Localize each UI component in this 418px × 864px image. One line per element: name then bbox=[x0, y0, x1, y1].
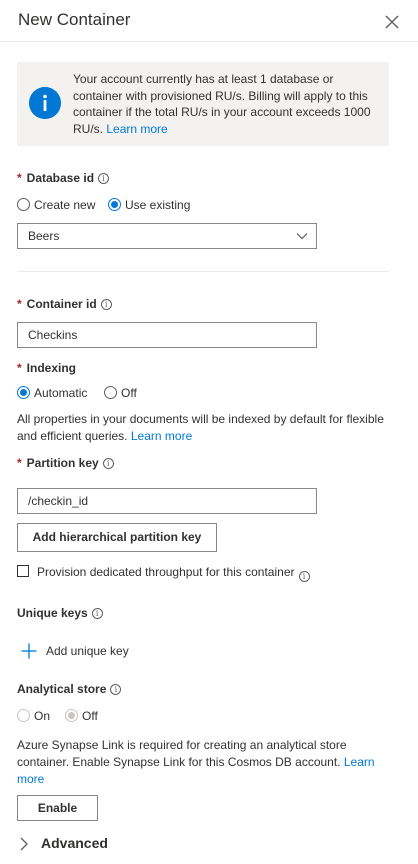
info-tooltip-icon[interactable]: i bbox=[110, 684, 122, 695]
database-id-label-text: Database id bbox=[26, 171, 95, 185]
radio-automatic-label: Automatic bbox=[34, 386, 88, 400]
info-icon bbox=[29, 87, 61, 119]
partition-key-value: /checkin_id bbox=[28, 494, 89, 508]
info-learn-more-link[interactable]: Learn more bbox=[106, 122, 167, 136]
panel-header: New Container bbox=[0, 0, 418, 42]
close-icon[interactable] bbox=[384, 14, 400, 30]
section-divider bbox=[17, 271, 389, 272]
container-id-label-text: Container id bbox=[26, 297, 97, 311]
dedicated-throughput-label: Provision dedicated throughput for this … bbox=[37, 565, 295, 579]
info-tooltip-icon[interactable]: i bbox=[102, 458, 114, 469]
add-unique-key-button[interactable]: Add unique key bbox=[46, 643, 129, 660]
radio-analytical-off-label: Off bbox=[82, 709, 98, 723]
radio-off[interactable]: Off bbox=[104, 386, 137, 402]
indexing-learn-more-link[interactable]: Learn more bbox=[131, 429, 192, 443]
analytical-store-label: Analytical store i bbox=[17, 682, 122, 696]
container-id-value: Checkins bbox=[28, 328, 78, 342]
dedicated-throughput-row: Provision dedicated throughput for this … bbox=[37, 564, 310, 582]
info-tooltip-icon[interactable]: i bbox=[100, 299, 112, 310]
radio-analytical-on: On bbox=[17, 709, 50, 725]
partition-key-input[interactable]: /checkin_id bbox=[17, 488, 317, 514]
database-mode-radio-group: Create new Use existing bbox=[17, 198, 277, 214]
info-banner: Your account currently has at least 1 da… bbox=[17, 62, 389, 146]
radio-circle[interactable] bbox=[17, 198, 30, 211]
database-select-value: Beers bbox=[28, 229, 60, 243]
dedicated-throughput-checkbox[interactable] bbox=[17, 565, 29, 577]
required-mark: * bbox=[17, 171, 22, 185]
info-tooltip-icon[interactable]: i bbox=[91, 608, 103, 619]
chevron-right-icon[interactable] bbox=[19, 837, 29, 851]
indexing-label-text: Indexing bbox=[26, 361, 77, 375]
plus-icon[interactable] bbox=[21, 643, 37, 659]
required-mark: * bbox=[17, 297, 22, 311]
radio-create-new-label: Create new bbox=[34, 198, 96, 212]
indexing-label: * Indexing bbox=[17, 361, 76, 375]
radio-circle[interactable] bbox=[104, 386, 117, 399]
analytical-description-block: Azure Synapse Link is required for creat… bbox=[17, 737, 389, 788]
required-mark: * bbox=[17, 361, 22, 375]
enable-synapse-link-button[interactable]: Enable bbox=[17, 795, 98, 821]
panel-title: New Container bbox=[18, 10, 131, 29]
container-id-input[interactable]: Checkins bbox=[17, 322, 317, 348]
radio-circle-disabled bbox=[17, 709, 30, 722]
info-tooltip-icon[interactable]: i bbox=[298, 571, 310, 582]
partition-key-label: * Partition key i bbox=[17, 456, 114, 470]
partition-key-label-text: Partition key bbox=[26, 456, 99, 470]
add-hierarchical-partition-key-button[interactable]: Add hierarchical partition key bbox=[17, 523, 217, 552]
indexing-description: All properties in your documents will be… bbox=[17, 412, 384, 443]
radio-circle-selected[interactable] bbox=[108, 198, 121, 211]
database-id-label: * Database id i bbox=[17, 171, 110, 185]
radio-use-existing-label: Use existing bbox=[125, 198, 191, 212]
radio-automatic[interactable]: Automatic bbox=[17, 386, 87, 402]
container-id-label: * Container id i bbox=[17, 297, 112, 311]
unique-keys-label: Unique keys i bbox=[17, 606, 103, 620]
radio-create-new[interactable]: Create new bbox=[17, 198, 95, 214]
radio-circle-selected[interactable] bbox=[17, 386, 30, 399]
chevron-down-icon bbox=[296, 233, 308, 240]
radio-analytical-off: Off bbox=[65, 709, 98, 725]
radio-off-label: Off bbox=[121, 386, 137, 400]
database-select[interactable]: Beers bbox=[17, 223, 317, 249]
advanced-section-toggle[interactable]: Advanced bbox=[41, 835, 108, 852]
unique-keys-label-text: Unique keys bbox=[17, 606, 88, 620]
radio-use-existing[interactable]: Use existing bbox=[108, 198, 190, 214]
analytical-store-label-text: Analytical store bbox=[17, 682, 107, 696]
radio-analytical-on-label: On bbox=[34, 709, 51, 723]
required-mark: * bbox=[17, 456, 22, 470]
analytical-description: Azure Synapse Link is required for creat… bbox=[17, 738, 347, 769]
indexing-radio-group: Automatic Off bbox=[17, 386, 217, 402]
info-tooltip-icon[interactable]: i bbox=[98, 173, 110, 184]
radio-circle-disabled-selected bbox=[65, 709, 78, 722]
indexing-description-block: All properties in your documents will be… bbox=[17, 411, 402, 445]
info-text-block: Your account currently has at least 1 da… bbox=[73, 71, 379, 137]
analytical-store-radio-group: On Off bbox=[17, 709, 137, 725]
